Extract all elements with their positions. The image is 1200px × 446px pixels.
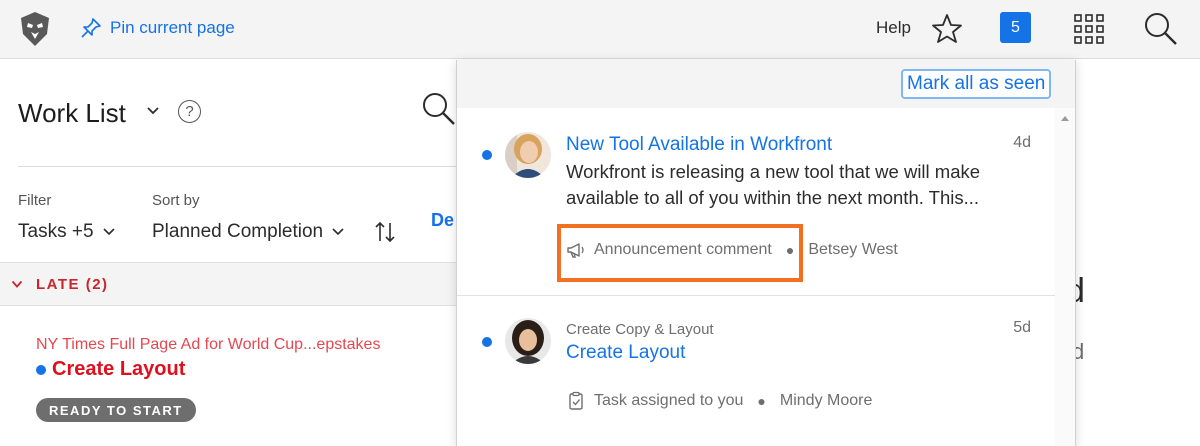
notification-meta: Task assigned to you ● Mindy Moore [566,391,872,411]
apps-grid-icon[interactable] [1073,13,1105,45]
pin-icon [81,18,101,38]
divider [18,166,458,167]
notification-count: 5 [1011,18,1020,36]
filter-dropdown[interactable]: Tasks +5 [18,221,116,243]
task-name: Create Layout [52,358,186,380]
unread-dot [36,364,46,375]
notifications-button[interactable]: 5 [1000,12,1031,43]
notifications-panel: Mark all as seen New Tool Available in W… [456,60,1076,446]
notification-title[interactable]: New Tool Available in Workfront [566,134,832,156]
status-label: READY TO START [49,402,183,418]
help-circle-icon[interactable]: ? [178,100,201,123]
sort-direction-icon[interactable] [372,219,398,245]
unread-dot [482,150,492,160]
notification-author: Betsey West [808,241,898,258]
avatar [505,318,551,364]
sort-value: Planned Completion [152,221,324,242]
workfront-logo-icon[interactable] [16,10,54,48]
late-group-label: LATE (2) [36,276,109,293]
notification-author: Mindy Moore [779,392,873,409]
mark-all-seen-button[interactable]: Mark all as seen [901,69,1052,99]
help-link[interactable]: Help [876,18,911,38]
mark-all-seen-label: Mark all as seen [907,73,1046,94]
notification-subtitle: Create Copy & Layout [566,321,714,338]
chevron-down-icon [102,228,115,236]
filter-value: Tasks +5 [18,221,94,242]
task-row[interactable]: Create Layout [36,358,185,381]
details-link[interactable]: De [431,210,454,231]
sort-label: Sort by [152,192,200,209]
search-icon[interactable] [1143,11,1179,47]
notification-item[interactable]: Create Copy & Layout Create Layout 5d Ta… [457,297,1055,446]
top-bar: Pin current page Help 5 [0,0,1200,59]
highlight-callout-box [557,224,803,282]
unread-dot [482,337,492,347]
pin-label: Pin current page [110,18,235,37]
late-group-header[interactable]: LATE (2) [0,262,460,306]
notification-title[interactable]: Create Layout [566,342,685,364]
scroll-up-arrow-icon[interactable] [1061,116,1069,121]
notification-age: 5d [1013,319,1031,336]
worklist-search-icon[interactable] [420,90,456,126]
star-icon[interactable] [930,12,964,46]
scrollbar[interactable] [1055,108,1075,446]
notification-item[interactable]: New Tool Available in Workfront 4d Workf… [457,108,1055,296]
chevron-down-icon[interactable] [146,106,160,116]
chevron-down-icon [332,228,344,236]
chevron-down-icon [11,280,23,288]
filter-label: Filter [18,192,52,209]
status-badge: READY TO START [36,398,196,422]
notification-age: 4d [1013,134,1031,151]
page-title[interactable]: Work List [18,98,126,129]
project-name-link[interactable]: NY Times Full Page Ad for World Cup...ep… [36,336,380,354]
pin-current-page-link[interactable]: Pin current page [80,17,235,39]
clipboard-check-icon [569,391,583,410]
notifications-panel-header: Mark all as seen [457,60,1075,108]
avatar [505,132,551,178]
notification-type: Task assigned to you [594,392,744,409]
sort-dropdown[interactable]: Planned Completion [152,221,345,243]
help-glyph: ? [185,103,194,120]
notification-body: Workfront is releasing a new tool that w… [566,161,981,208]
separator-dot: ● [757,393,766,409]
